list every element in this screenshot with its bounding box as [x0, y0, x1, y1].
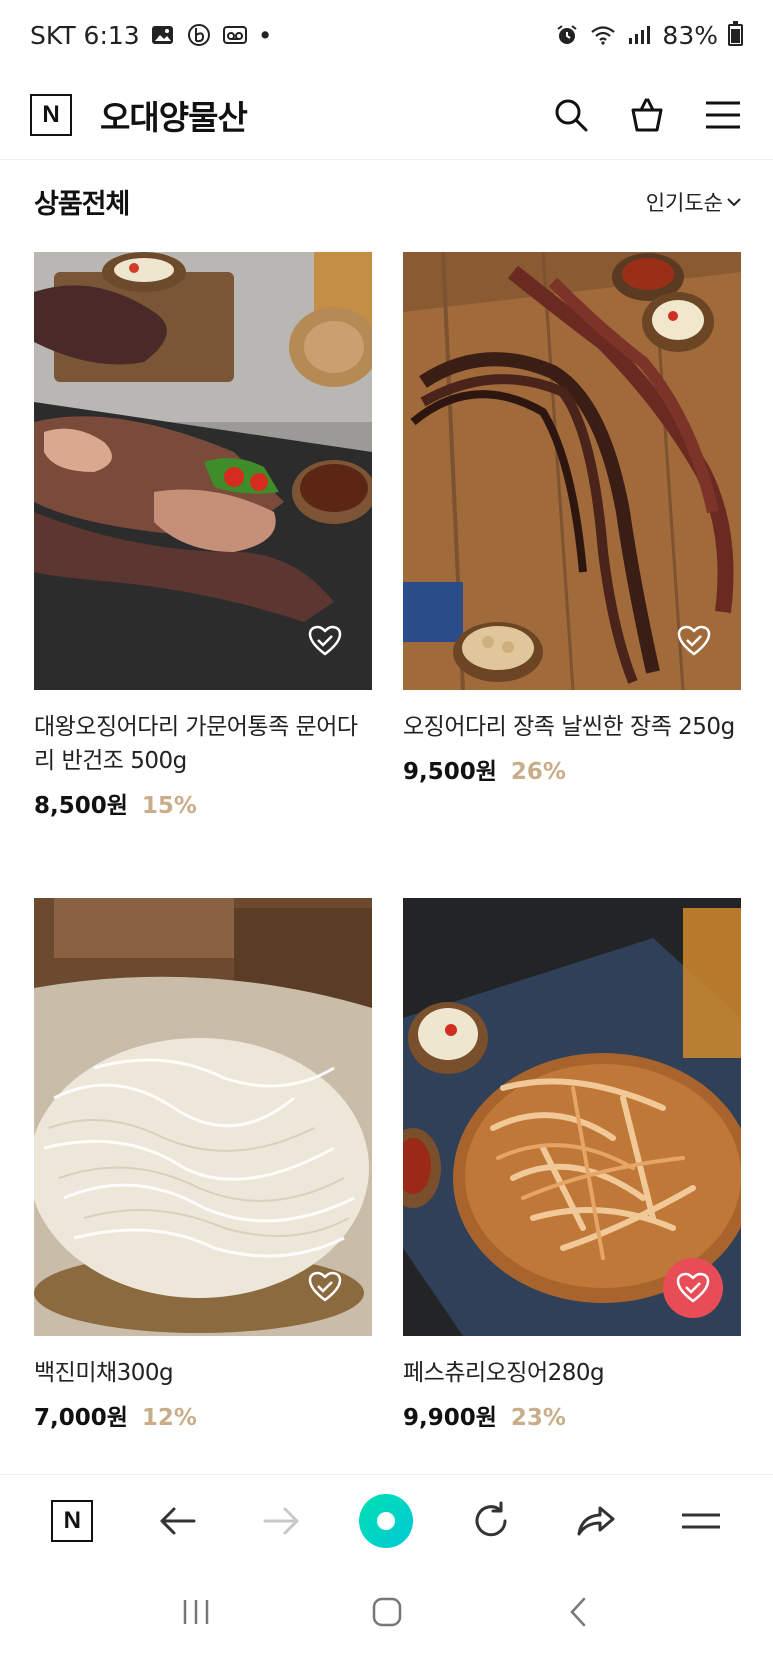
price-row: 7,000원 12% [34, 1398, 372, 1432]
heart-check-icon [676, 1272, 710, 1303]
carrier-time: SKT 6:13 [30, 20, 140, 50]
wishlist-button-active[interactable] [663, 1258, 723, 1318]
signal-icon [629, 26, 651, 44]
store-title[interactable]: 오대양물산 [100, 91, 248, 139]
product-card[interactable]: 페스츄리오징어280g 9,900원 23% [403, 898, 741, 1544]
system-nav-bar [0, 1566, 773, 1658]
refresh-button[interactable] [463, 1493, 519, 1549]
product-card[interactable]: 백진미채300g 7,000원 12% [34, 898, 372, 1544]
arrow-right-icon [263, 1507, 299, 1534]
share-button[interactable] [568, 1493, 624, 1549]
alarm-icon [557, 25, 578, 44]
cart-button[interactable] [627, 95, 667, 135]
price-row: 8,500원 15% [34, 786, 372, 820]
product-card[interactable]: 대왕오징어다리 가문어통족 문어다리 반건조 500g 8,500원 15% [34, 252, 372, 898]
arrow-left-icon [160, 1507, 196, 1534]
naver-logo-icon: N [51, 1499, 94, 1542]
product-image[interactable] [403, 252, 741, 690]
chevron-down-icon [727, 197, 741, 206]
product-image[interactable] [403, 898, 741, 1336]
logo-letter: N [42, 100, 60, 128]
product-image[interactable] [34, 898, 372, 1336]
sort-dropdown[interactable]: 인기도순 [646, 187, 741, 217]
shopping-bag-icon [631, 98, 663, 131]
product-name[interactable]: 백진미채300g [34, 1356, 372, 1390]
product-price: 8,500원 [34, 793, 128, 819]
browser-menu-button[interactable] [673, 1493, 729, 1549]
status-left: SKT 6:13 • [30, 21, 272, 50]
browser-home-button[interactable]: N [44, 1493, 100, 1549]
forward-button[interactable] [254, 1493, 310, 1549]
voicemail-icon [222, 26, 247, 44]
battery-icon [728, 21, 743, 46]
product-image[interactable] [34, 252, 372, 690]
product-grid: 대왕오징어다리 가문어통족 문어다리 반건조 500g 8,500원 15% 오… [34, 252, 741, 1544]
app-header: N 오대양물산 [0, 70, 773, 160]
search-icon [555, 99, 588, 131]
product-name[interactable]: 오징어다리 장족 날씬한 장족 250g [403, 710, 741, 744]
heart-check-icon [677, 625, 711, 656]
wifi-icon [591, 26, 616, 45]
wishlist-button[interactable] [306, 1268, 344, 1306]
home-square-icon [372, 1597, 401, 1627]
discount-rate: 15% [141, 793, 197, 819]
status-dot: • [257, 20, 273, 50]
chevron-left-icon [569, 1597, 585, 1627]
system-back-button[interactable] [556, 1590, 600, 1634]
double-line-menu-icon [681, 1513, 720, 1528]
section-header: 상품전체 인기도순 [34, 182, 741, 221]
gallery-icon [151, 26, 173, 44]
section-title: 상품전체 [34, 189, 130, 220]
product-name[interactable]: 대왕오징어다리 가문어통족 문어다리 반건조 500g [34, 710, 372, 778]
b-app-icon [187, 24, 210, 46]
refresh-icon [475, 1501, 507, 1536]
battery-percent: 83% [662, 20, 718, 50]
product-name[interactable]: 페스츄리오징어280g [403, 1356, 741, 1390]
discount-rate: 12% [141, 1405, 197, 1431]
recent-apps-icon [183, 1600, 208, 1624]
hamburger-icon [706, 101, 740, 128]
discount-rate: 23% [510, 1405, 566, 1431]
browser-logo-letter: N [63, 1506, 82, 1534]
product-card[interactable]: 오징어다리 장족 날씬한 장족 250g 9,500원 26% [403, 252, 741, 898]
browser-toolbar: N [0, 1474, 773, 1566]
menu-button[interactable] [703, 95, 743, 135]
recent-apps-button[interactable] [174, 1590, 218, 1634]
product-price: 9,500원 [403, 759, 497, 785]
wishlist-button[interactable] [675, 622, 713, 660]
green-dot-button[interactable] [358, 1493, 414, 1549]
sort-label: 인기도순 [645, 190, 723, 215]
wishlist-button[interactable] [306, 622, 344, 660]
status-bar: SKT 6:13 • 83% [0, 0, 773, 70]
product-price: 7,000원 [34, 1405, 128, 1431]
heart-check-icon [308, 1271, 342, 1302]
green-dot-icon [359, 1493, 414, 1548]
header-actions [551, 95, 743, 135]
status-right: 83% [554, 21, 743, 50]
product-price: 9,900원 [403, 1405, 497, 1431]
discount-rate: 26% [510, 759, 566, 785]
search-button[interactable] [551, 95, 591, 135]
share-arrow-icon [577, 1506, 615, 1535]
home-button[interactable] [365, 1590, 409, 1634]
price-row: 9,900원 23% [403, 1398, 741, 1432]
naver-logo-button[interactable]: N [30, 93, 72, 136]
heart-check-icon [308, 625, 342, 656]
back-button[interactable] [149, 1493, 205, 1549]
price-row: 9,500원 26% [403, 752, 741, 786]
